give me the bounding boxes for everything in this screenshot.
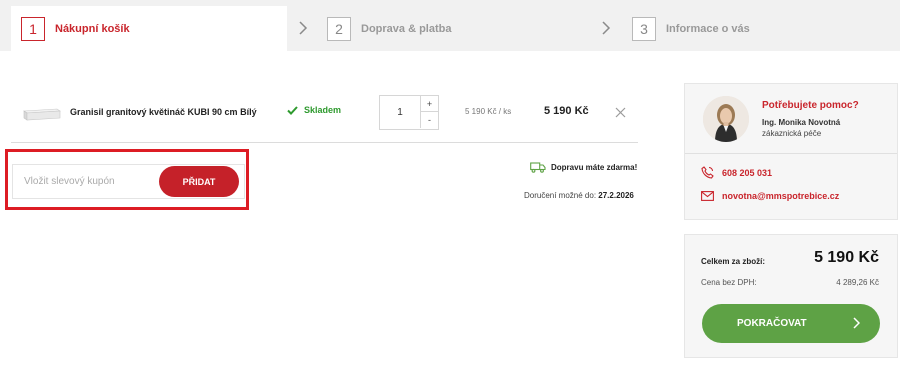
step-cart[interactable]: 1 Nákupní košík xyxy=(11,6,287,51)
add-coupon-button[interactable]: PŘIDAT xyxy=(159,166,239,197)
total-label: Celkem za zboží: xyxy=(701,257,766,266)
avatar xyxy=(703,96,749,142)
step-label: Nákupní košík xyxy=(55,22,130,35)
quantity-input[interactable]: 1 xyxy=(380,96,420,129)
total-value: 5 190 Kč xyxy=(814,249,879,266)
quantity-stepper: 1 + - xyxy=(379,95,439,130)
step-number: 3 xyxy=(632,16,656,41)
vat-label: Cena bez DPH: xyxy=(701,278,757,287)
stock-status: Skladem xyxy=(287,105,341,115)
help-contact-name: Ing. Monika Novotná xyxy=(762,118,841,127)
continue-button[interactable]: POKRAČOVAT xyxy=(702,304,880,343)
phone-number: 608 205 031 xyxy=(722,167,773,178)
email-address: novotna@mmspotrebice.cz xyxy=(722,191,840,201)
free-shipping-notice: Dopravu máte zdarma! xyxy=(530,162,637,173)
item-total-price: 5 190 Kč xyxy=(544,105,589,117)
quantity-increase-button[interactable]: + xyxy=(420,96,438,112)
envelope-icon xyxy=(701,191,714,201)
help-panel: Potřebujete pomoc? Ing. Monika Novotná z… xyxy=(684,83,898,220)
phone-icon xyxy=(701,166,714,179)
cart-item-row: Granisil granitový květináč KUBI 90 cm B… xyxy=(11,83,638,143)
chevron-right-icon xyxy=(602,21,611,35)
step-label: Doprava & platba xyxy=(361,22,452,35)
chevron-right-icon xyxy=(853,317,860,329)
close-icon[interactable] xyxy=(615,107,626,118)
check-icon xyxy=(287,105,298,115)
truck-icon xyxy=(530,162,546,173)
delivery-date: 27.2.2026 xyxy=(598,191,634,200)
product-name[interactable]: Granisil granitový květináč KUBI 90 cm B… xyxy=(70,107,257,117)
quantity-decrease-button[interactable]: - xyxy=(420,112,438,128)
product-image[interactable] xyxy=(21,107,61,121)
delivery-label: Doručení možné do: xyxy=(524,191,597,200)
order-summary: Celkem za zboží: 5 190 Kč Cena bez DPH: … xyxy=(684,234,898,358)
delivery-estimate: Doručení možné do: 27.2.2026 xyxy=(524,191,634,200)
checkout-steps: 1 Nákupní košík 2 Doprava & platba 3 Inf… xyxy=(0,0,900,51)
continue-label: POKRAČOVAT xyxy=(737,318,807,329)
free-shipping-text: Dopravu máte zdarma! xyxy=(551,163,638,172)
help-contact-role: zákaznická péče xyxy=(762,129,822,138)
step-customer-info[interactable]: 3 Informace o vás xyxy=(632,6,750,51)
coupon-form: PŘIDAT xyxy=(12,164,245,199)
stock-label: Skladem xyxy=(304,105,342,115)
help-title: Potřebujete pomoc? xyxy=(762,100,859,111)
coupon-input[interactable] xyxy=(14,166,154,197)
email-link[interactable]: novotna@mmspotrebice.cz xyxy=(701,191,839,201)
unit-price: 5 190 Kč / ks xyxy=(465,107,512,116)
step-shipping-payment[interactable]: 2 Doprava & platba xyxy=(327,6,451,51)
step-number: 1 xyxy=(21,16,45,41)
chevron-right-icon xyxy=(299,21,308,35)
step-number: 2 xyxy=(327,16,351,41)
step-label: Informace o vás xyxy=(666,22,750,35)
help-contact-person: Potřebujete pomoc? Ing. Monika Novotná z… xyxy=(685,84,897,154)
vat-value: 4 289,26 Kč xyxy=(836,278,879,287)
phone-link[interactable]: 608 205 031 xyxy=(701,166,772,179)
